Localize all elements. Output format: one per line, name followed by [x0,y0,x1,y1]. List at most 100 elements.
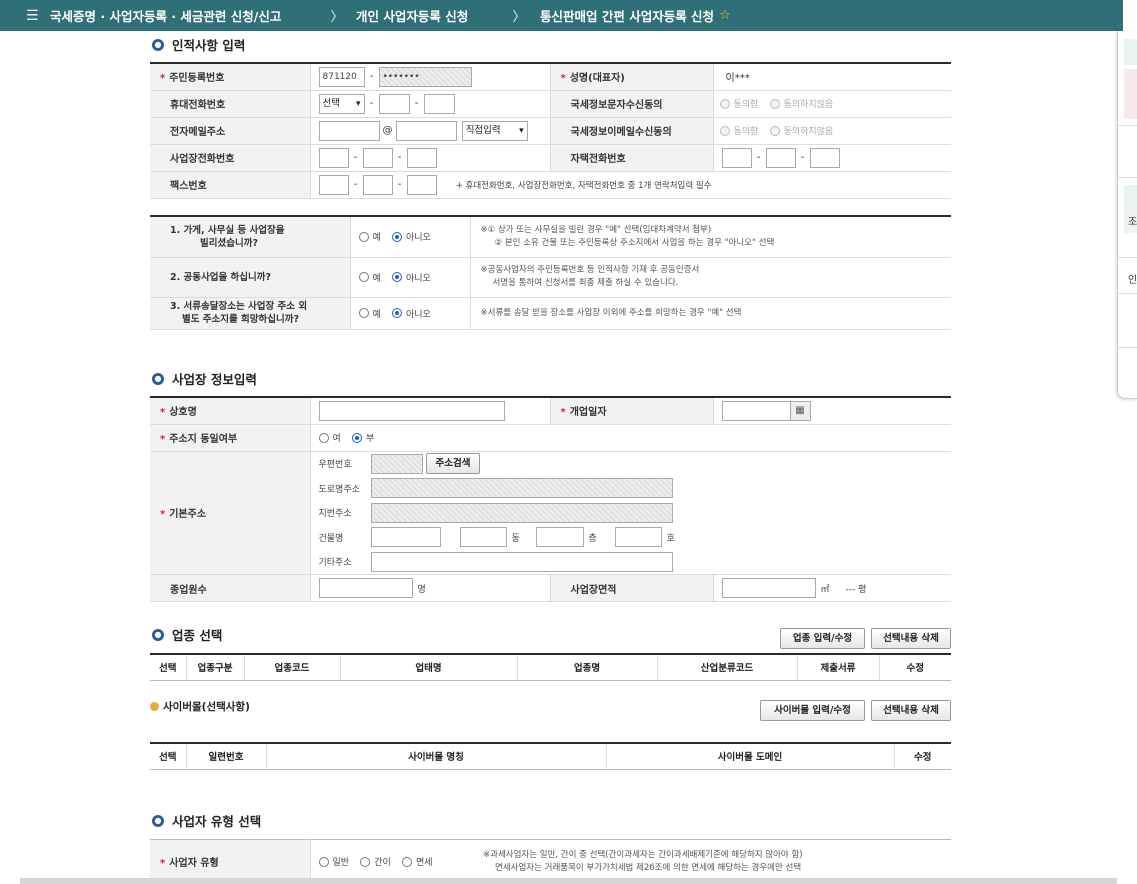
section-bullet-icon: ● [152,38,164,51]
building-name-input[interactable] [370,527,441,548]
etc-address-input[interactable] [370,551,673,572]
cyber-mall-title-text: 사이버몰(선택사항) [163,701,250,713]
q2-no-radio[interactable]: 아니오 [391,271,431,284]
ho-input[interactable] [614,527,662,548]
email-disagree-radio[interactable]: 동의하지않음 [769,124,833,137]
radio-dot [391,308,402,318]
email-id-input[interactable] [318,120,380,141]
biztype-simple-radio[interactable]: 간이 [360,855,391,868]
col-select: 선택 [150,654,187,681]
mobile-last-input[interactable] [423,93,455,114]
homephone-area-input[interactable] [721,147,752,168]
etc-address-row: 기타주소 [315,550,952,575]
business-info-table: 상호명 개업일자 ▦ 주소지 동일여부 여 부 기본주소 우편번호 주소 [150,396,951,602]
radio-dot [358,272,369,282]
homephone-last-input[interactable] [809,147,840,168]
address-search-button[interactable]: 주소검색 [425,453,481,475]
fax-mid-input[interactable] [362,174,393,195]
trade-name-label: 상호명 [150,397,311,425]
breadcrumb-individual-registration[interactable]: 개인 사업자등록 신청 [348,0,508,31]
q2-label: 2. 공동사업을 하십니까? [150,257,351,298]
q1-line1: 1. 가게, 사무실 등 사업장을 [170,224,285,236]
q1-options: 예 아니오 [350,216,471,258]
side-panel-block [1124,39,1137,65]
section-business-title: ● 사업장 정보입력 [150,369,257,388]
area-input[interactable] [721,578,816,598]
industry-delete-button[interactable]: 선택내용 삭제 [871,628,951,649]
section-industry-title: ● 업종 선택 [150,625,222,644]
sms-disagree-radio[interactable]: 동의하지않음 [769,97,833,110]
email-agree-radio[interactable]: 동의함 [719,124,758,137]
email-consent-label: 국세정보이메일수신동의 [550,117,714,145]
mobile-cell: 선택 ▾ - - [310,90,551,118]
homephone-mid-input[interactable] [765,147,796,168]
q2-yes-radio[interactable]: 예 [358,271,381,284]
same-address-yes-radio[interactable]: 여 [318,431,341,444]
dong-input[interactable] [459,527,507,548]
etc-address-label: 기타주소 [318,558,352,569]
radio-dot [360,856,371,867]
radio-dot [318,856,329,867]
breadcrumb-tax-certificate[interactable]: 국세증명 · 사업자등록 · 세금관련 신청/신고 [50,0,326,31]
email-domain-input[interactable] [395,120,457,141]
industry-input-button[interactable]: 업종 입력/수정 [780,628,865,649]
bizphone-last-input[interactable] [406,147,437,168]
radio-dot [719,125,730,136]
biztype-general-radio[interactable]: 일반 [318,855,349,868]
cyber-mall-input-button[interactable]: 사이버몰 입력/수정 [760,700,865,721]
section-title-text: 인적사항 입력 [172,38,246,53]
horizontal-scrollbar[interactable] [20,878,1117,884]
section-bullet-icon: ● [152,628,164,641]
mobile-mid-input[interactable] [378,93,410,114]
q1-no-radio[interactable]: 아니오 [391,230,431,243]
homephone-cell: -- [713,144,951,172]
q3-yes-radio[interactable]: 예 [358,307,381,320]
area-unit: ㎡ [820,584,830,595]
q1-line2: 빌리셨습니까? [200,237,258,249]
fax-area-input[interactable] [318,174,349,195]
radio-label: 아니오 [405,309,431,320]
side-panel-block [1124,69,1137,119]
sms-agree-radio[interactable]: 동의함 [719,97,758,110]
dash: - [397,179,402,190]
rrn-front-input[interactable]: 871120 [318,66,365,87]
calendar-icon[interactable]: ▦ [790,400,811,421]
radio-dot [351,432,362,443]
employees-label: 종업원수 [150,574,311,602]
section-bullet-icon: ● [152,372,164,385]
chevron-right-icon: 〉 [512,10,526,25]
mobile-prefix-select[interactable]: 선택 ▾ [318,93,365,114]
cyber-mall-delete-button[interactable]: 선택내용 삭제 [871,700,951,721]
rrn-back-input[interactable]: ••••••• [378,66,472,87]
cyber-mall-actions: 사이버몰 입력/수정 선택내용 삭제 [760,700,951,721]
q3-no-radio[interactable]: 아니오 [391,307,431,320]
menu-icon[interactable]: ☰ [26,8,50,24]
same-address-no-radio[interactable]: 부 [351,431,374,444]
dash: - [353,179,358,190]
bizphone-area-input[interactable] [318,147,349,168]
zip-label: 우편번호 [318,460,352,471]
radio-label: 아니오 [405,273,431,284]
dash: - [369,98,374,109]
fax-last-input[interactable] [406,174,437,195]
biztype-note-line2: 면세사업자는 거래품목이 부가가치세법 제26조에 의한 면세에 해당하는 경우… [495,862,802,873]
employees-input[interactable] [318,578,413,598]
bizphone-mid-input[interactable] [362,147,393,168]
q2-note-line2: 서명을 통하여 신청서를 최종 제출 하실 수 있습니다. [492,278,679,288]
q1-yes-radio[interactable]: 예 [358,230,381,243]
side-quick-panel[interactable]: 조 인 [1117,31,1137,399]
jibun-address-label: 지번주소 [318,509,352,520]
dash: - [800,152,805,163]
name-value: 이*** [713,63,951,91]
breadcrumb-ecommerce-registration[interactable]: 통신판매업 간편 사업자등록 신청 ☆ [530,0,731,31]
side-panel-text: 조 [1128,217,1137,228]
star-icon[interactable]: ☆ [719,8,731,23]
employees-cell: 명 [310,574,551,602]
biztype-exempt-radio[interactable]: 면세 [402,855,433,868]
open-date-input[interactable] [721,400,791,421]
email-domain-select[interactable]: 직접입력 ▾ [461,120,528,141]
radio-dot [719,98,730,109]
trade-name-input[interactable] [318,400,505,421]
floor-input[interactable] [535,527,584,548]
building-row: 건물명 동 층 호 [315,525,952,550]
